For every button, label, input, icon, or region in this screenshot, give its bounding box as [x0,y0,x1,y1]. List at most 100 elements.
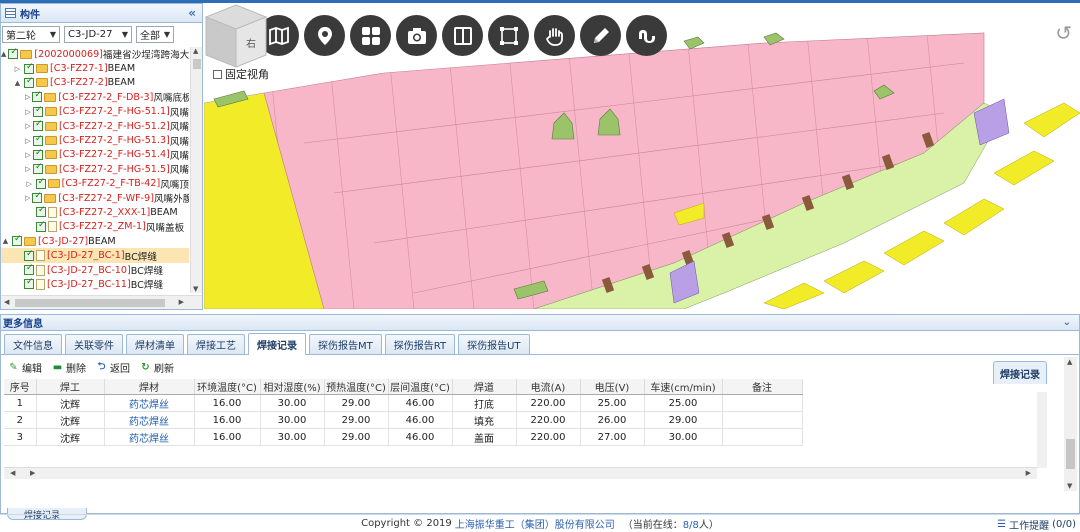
node-checkbox[interactable] [8,47,19,60]
tree-vertical-scrollbar[interactable]: ▲ ▼ [190,47,202,293]
camera-tool-button[interactable] [396,15,437,56]
expand-toggle-icon[interactable]: ▷ [25,151,31,159]
view-cube[interactable]: 右 [204,3,268,69]
weld-record-subtab[interactable]: 焊接记录 [993,361,1047,384]
delete-button[interactable]: ▬ 删除 [52,360,86,375]
scroll-up-icon[interactable]: ▲ [1067,358,1072,366]
tree-node[interactable]: [C3-JD-27_BC-12]BC焊缝 [1,292,189,293]
node-checkbox[interactable] [36,220,46,232]
node-checkbox[interactable] [24,62,34,74]
edit-button[interactable]: ✎ 编辑 [8,360,42,375]
tree-node[interactable]: ▷ [C3-FZ27-2_F-HG-51.2]风嘴 [1,119,189,133]
scroll-thumb[interactable] [193,59,201,69]
tree-node[interactable]: [C3-JD-27_BC-1]BC焊缝 [1,248,189,263]
expand-toggle-icon[interactable]: ▲ [13,79,22,87]
node-checkbox[interactable] [24,76,34,88]
node-checkbox[interactable] [32,134,43,146]
code-select[interactable]: C3-JD-27 ▼ [64,25,132,43]
node-checkbox[interactable] [35,177,46,189]
refresh-button[interactable]: ↻ 刷新 [140,360,174,375]
tab-item[interactable]: 文件信息 [4,334,62,354]
scroll-right-icon[interactable]: ▶ [30,469,35,477]
node-checkbox[interactable] [24,263,34,276]
tree-node[interactable]: [C3-FZ27-2_XXX-1]BEAM [1,205,189,219]
tree-node[interactable]: [C3-FZ27-2_ZM-1]风嘴盖板 [1,220,189,234]
column-header[interactable]: 焊工 [36,379,105,395]
tab-item[interactable]: 关联零件 [65,334,123,354]
scroll-down-icon[interactable]: ▼ [193,285,198,293]
fixed-view-checkbox[interactable] [213,69,222,79]
stumbleupon-tool-button[interactable] [626,15,667,56]
location-tool-button[interactable] [304,15,345,56]
tree-node[interactable]: ▲ [C3-FZ27-2]BEAM [1,76,189,90]
column-header[interactable]: 相对湿度(%) [260,379,325,395]
tree-node[interactable]: ▷ [C3-FZ27-2_F-HG-51.4]风嘴 [1,148,189,162]
tab-item[interactable]: 探伤报告RT [384,334,456,354]
node-checkbox[interactable] [32,105,43,117]
expand-toggle-icon[interactable]: ▷ [25,180,34,188]
node-checkbox[interactable] [12,234,22,247]
tree-node[interactable]: ▷ [C3-FZ27-2_F-HG-51.5]风嘴 [1,162,189,176]
company-link[interactable]: 上海振华重工（集团）股份有限公司 [455,516,615,531]
round-select[interactable]: 第二轮 ▼ [2,25,60,43]
pan-tool-button[interactable] [534,15,575,56]
node-checkbox[interactable] [32,191,43,204]
node-checkbox[interactable] [32,148,43,160]
table-row[interactable]: 3 沈辉 药芯焊丝 16.00 30.00 29.00 46.00 盖面 220.00 27.00… [4,428,803,446]
tree-node[interactable]: [C3-JD-27_BC-10]BC焊缝 [1,263,189,277]
column-header[interactable]: 车速(cm/min) [644,379,723,395]
tree-node[interactable]: ▷ [C3-FZ27-2_F-HG-51.3]风嘴 [1,133,189,148]
table-cell-material[interactable]: 药芯焊丝 [104,394,195,412]
tree-node[interactable]: ▷ [C3-FZ27-2_F-HG-51.1]风嘴 [1,105,189,119]
scroll-right-icon[interactable]: ▶ [179,298,184,306]
double-chevron-left-icon[interactable]: « [188,6,196,20]
tree-horizontal-scrollbar[interactable]: ◀ ▶ [1,295,202,309]
scroll-right-icon[interactable]: ▶ [1026,469,1031,477]
expand-toggle-icon[interactable]: ▷ [25,194,30,202]
expand-toggle-icon[interactable]: ▷ [25,93,30,101]
tab-item[interactable]: 探伤报告UT [458,334,530,354]
scroll-thumb[interactable] [15,299,165,307]
tree-node[interactable]: ▲ [C3-JD-27]BEAM [1,234,189,248]
scope-select[interactable]: 全部 ▼ [136,25,174,43]
column-header[interactable]: 序号 [4,379,37,395]
table-cell-material[interactable]: 药芯焊丝 [104,428,195,446]
column-header[interactable]: 环境温度(°C) [194,379,261,395]
expand-toggle-icon[interactable]: ▲ [1,237,10,245]
tree-node[interactable]: ▷ [C3-FZ27-2_F-WF-9]风嘴外腹 [1,191,189,205]
back-button[interactable]: ⮌ 返回 [96,360,130,375]
grid-tool-button[interactable] [350,15,391,56]
table-row[interactable]: 2 沈辉 药芯焊丝 16.00 30.00 29.00 46.00 填充 220.00 26.00… [4,411,803,429]
tree-node[interactable]: ▷ [C3-FZ27-2_F-TB-42]风嘴顶 [1,177,189,191]
table-horizontal-scrollbar[interactable]: ◀ ▶ ▶ [4,467,1037,479]
scroll-left-icon[interactable]: ◀ [4,298,9,306]
node-checkbox[interactable] [36,205,46,218]
column-header[interactable]: 焊道 [452,379,517,395]
node-checkbox[interactable] [32,162,43,175]
node-checkbox[interactable] [32,90,43,103]
tree-node[interactable]: [C3-JD-27_BC-11] BC焊缝 [1,277,189,291]
column-header[interactable]: 电压(V) [580,379,645,395]
expand-toggle-icon[interactable]: ▷ [13,65,22,73]
tree-node[interactable]: ▷ [C3-FZ27-1]BEAM [1,61,189,75]
node-checkbox[interactable] [24,277,34,290]
node-checkbox[interactable] [24,249,34,261]
double-chevron-down-icon[interactable]: ⌄ [1063,317,1071,328]
expand-toggle-icon[interactable]: ▷ [25,165,31,173]
panel-vertical-scrollbar[interactable]: ▲ ▼ [1064,357,1077,491]
column-header[interactable]: 电流(A) [516,379,581,395]
bounding-box-tool-button[interactable] [488,15,529,56]
table-row[interactable]: 1 沈辉 药芯焊丝 16.00 30.00 29.00 46.00 打底 220.00 25.00… [4,394,803,412]
expand-toggle-icon[interactable]: ▷ [25,122,31,130]
tab-item[interactable]: 焊材清单 [126,334,184,354]
table-vertical-scrollbar[interactable] [1037,392,1047,468]
expand-toggle-icon[interactable]: ▲ [1,50,6,58]
split-view-tool-button[interactable] [442,15,483,56]
scroll-thumb[interactable] [1066,439,1075,469]
expand-toggle-icon[interactable]: ▷ [25,108,31,116]
work-reminder-link[interactable]: ☰ 工作提醒 (0/0) [997,517,1076,532]
tab-item[interactable]: 焊接工艺 [187,334,245,354]
scroll-down-icon[interactable]: ▼ [1067,482,1072,490]
reset-view-icon[interactable]: ↺ [1055,21,1072,45]
tab-item[interactable]: 焊接记录 [248,333,306,355]
